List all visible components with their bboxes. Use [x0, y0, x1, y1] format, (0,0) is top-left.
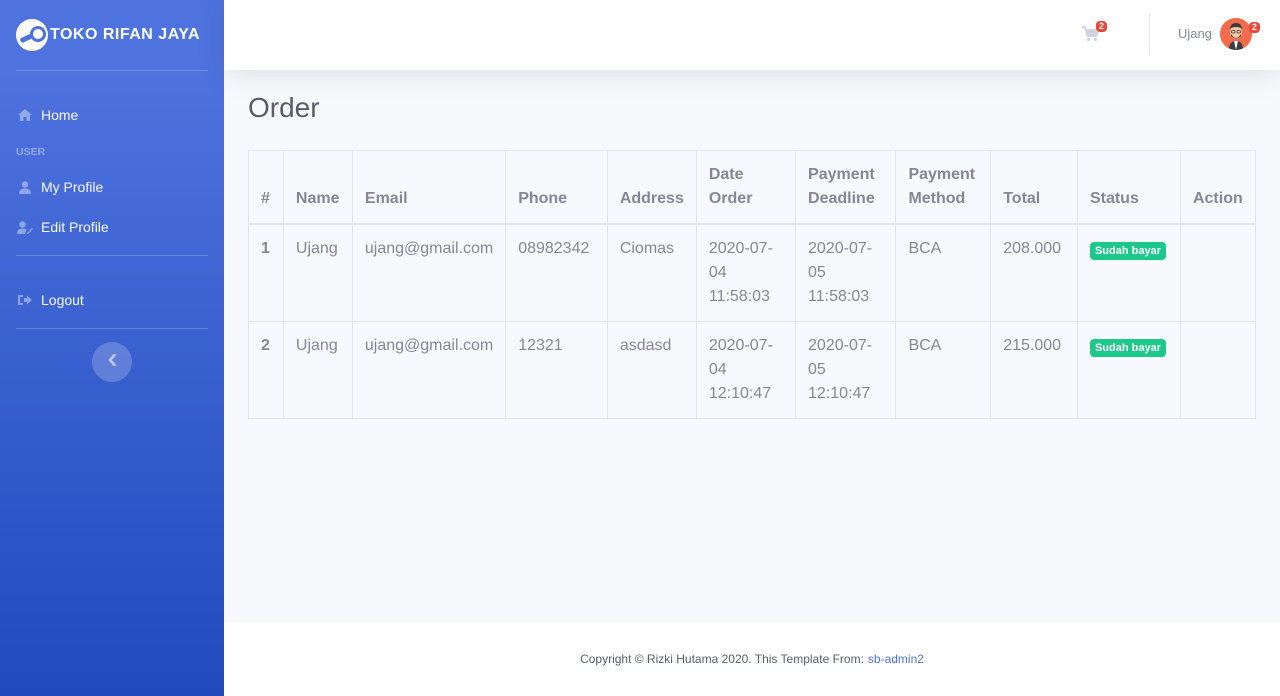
- brand-name: TOKO RIFAN JAYA: [49, 26, 201, 43]
- topbar: 2 Ujang 2: [224, 0, 1280, 70]
- column-header: Email: [351, 150, 507, 225]
- cell-email: ujang@gmail.com: [351, 223, 507, 322]
- column-header: Payment Method: [895, 150, 992, 225]
- orders-table: # Name Email Phone Address Date Order Pa…: [248, 150, 1257, 419]
- user-icon: [16, 180, 34, 194]
- sidebar-toggle-button[interactable]: [92, 342, 132, 382]
- column-header: Payment Deadline: [795, 150, 897, 225]
- sidebar-item-logout[interactable]: Logout: [0, 280, 224, 320]
- page-title: Order: [248, 92, 320, 123]
- steam-logo-icon: [16, 19, 48, 51]
- chevron-left-icon: [108, 353, 116, 371]
- avatar[interactable]: [1220, 18, 1252, 50]
- sidebar-item-home[interactable]: Home: [0, 95, 224, 135]
- status-badge: Sudah bayar: [1089, 242, 1166, 260]
- sidebar-item-label: Edit Profile: [41, 219, 109, 235]
- column-header: Total: [990, 150, 1078, 225]
- footer: Copyright © Rizki Hutama 2020. This Temp…: [224, 622, 1280, 696]
- home-icon: [16, 109, 34, 121]
- table-header-row: # Name Email Phone Address Date Order Pa…: [248, 150, 1257, 225]
- cell-date-order: 2020-07-04 11:58:03: [695, 223, 797, 322]
- cell-action: [1179, 223, 1257, 322]
- cell-phone: 08982342: [505, 223, 608, 322]
- sign-out-icon: [16, 294, 34, 306]
- column-header: Address: [606, 150, 697, 225]
- user-name[interactable]: Ujang: [1178, 26, 1212, 41]
- sidebar: TOKO RIFAN JAYA Home USER My Profile Edi…: [0, 0, 224, 696]
- sidebar-heading-user: USER: [16, 146, 46, 158]
- footer-copyright: Copyright © Rizki Hutama 2020. This Temp…: [580, 652, 864, 666]
- cell-status: Sudah bayar: [1076, 321, 1181, 419]
- column-header: #: [248, 150, 284, 225]
- cell-action: [1179, 321, 1257, 419]
- column-header: Action: [1179, 150, 1257, 225]
- cell-payment-deadline: 2020-07-05 11:58:03: [795, 223, 897, 322]
- cell-payment-deadline: 2020-07-05 12:10:47: [795, 321, 897, 419]
- brand[interactable]: TOKO RIFAN JAYA: [0, 0, 224, 70]
- cell-payment-method: BCA: [895, 321, 992, 419]
- sidebar-item-edit-profile[interactable]: Edit Profile: [0, 207, 224, 247]
- sidebar-item-label: Logout: [41, 292, 84, 308]
- sidebar-divider: [16, 70, 208, 71]
- sidebar-divider: [16, 255, 208, 256]
- cell-name: Ujang: [282, 321, 353, 419]
- sidebar-item-label: My Profile: [41, 179, 104, 195]
- column-header: Status: [1076, 150, 1181, 225]
- row-number: 1: [248, 223, 284, 322]
- sidebar-divider: [16, 328, 208, 329]
- table-row: 2 Ujang ujang@gmail.com 12321 asdasd 202…: [248, 321, 1257, 419]
- cell-address: asdasd: [606, 321, 697, 419]
- table-row: 1 Ujang ujang@gmail.com 08982342 Ciomas …: [248, 223, 1257, 322]
- cell-phone: 12321: [505, 321, 608, 419]
- user-edit-icon: [16, 220, 34, 234]
- cart-button[interactable]: 2: [1082, 21, 1108, 44]
- alert-count-badge: 2: [1249, 22, 1261, 33]
- cell-payment-method: BCA: [895, 223, 992, 322]
- cell-email: ujang@gmail.com: [351, 321, 507, 419]
- column-header: Name: [282, 150, 353, 225]
- column-header: Date Order: [695, 150, 797, 225]
- cart-count-badge: 2: [1096, 21, 1108, 32]
- footer-template-link[interactable]: sb-admin2: [868, 652, 924, 666]
- column-header: Phone: [505, 150, 608, 225]
- row-number: 2: [248, 321, 284, 419]
- cell-date-order: 2020-07-04 12:10:47: [695, 321, 797, 419]
- cell-total: 215.000: [990, 321, 1078, 419]
- cell-name: Ujang: [282, 223, 353, 322]
- topbar-divider: [1149, 14, 1150, 55]
- cell-status: Sudah bayar: [1076, 223, 1181, 322]
- cell-total: 208.000: [990, 223, 1078, 322]
- sidebar-item-label: Home: [41, 107, 79, 123]
- sidebar-item-my-profile[interactable]: My Profile: [0, 167, 224, 207]
- cell-address: Ciomas: [606, 223, 697, 322]
- status-badge: Sudah bayar: [1089, 339, 1166, 357]
